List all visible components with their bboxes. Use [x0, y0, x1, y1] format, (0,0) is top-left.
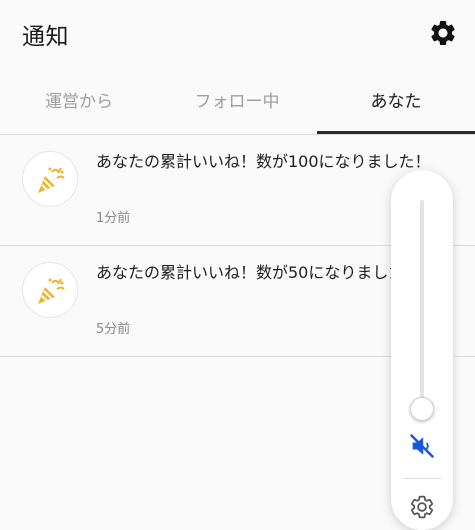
notification-avatar: [22, 262, 78, 318]
notification-message: あなたの累計いいね！数が100になりました！: [96, 152, 431, 171]
gear-icon[interactable]: [428, 18, 458, 48]
volume-muted-icon[interactable]: [408, 432, 436, 460]
notification-time: 1分前: [96, 211, 131, 226]
page-title: 通知: [22, 24, 69, 50]
tab-following[interactable]: フォロー中: [158, 72, 316, 134]
volume-slider-thumb[interactable]: [410, 397, 434, 421]
party-popper-icon: [38, 167, 65, 193]
tab-you[interactable]: あなた: [317, 72, 475, 134]
tab-bar: 運営から フォロー中 あなた: [0, 72, 475, 135]
notification-avatar: [22, 151, 78, 207]
volume-panel-divider: [403, 478, 441, 479]
notification-time: 5分前: [96, 322, 131, 337]
party-popper-icon: [38, 278, 65, 304]
volume-panel: [391, 170, 453, 530]
active-tab-indicator: [317, 131, 475, 134]
app-header: 通知: [0, 0, 475, 70]
tab-official[interactable]: 運営から: [0, 72, 158, 134]
gear-icon[interactable]: [409, 494, 435, 520]
volume-slider-track[interactable]: [420, 200, 424, 415]
